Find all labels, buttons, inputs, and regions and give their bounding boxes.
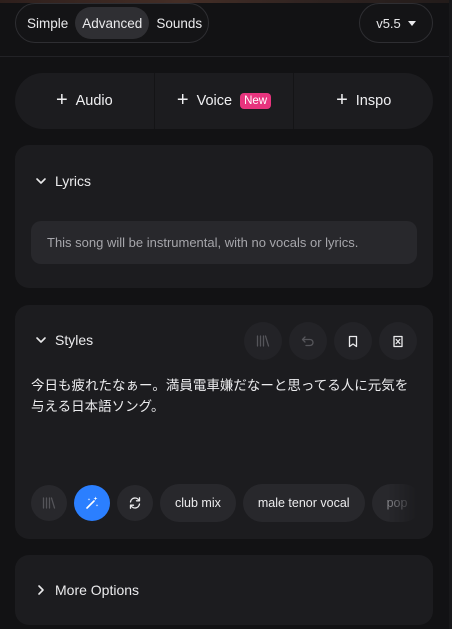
version-label: v5.5 xyxy=(376,15,401,31)
more-options-toggle[interactable]: More Options xyxy=(35,582,139,598)
version-select[interactable]: v5.5 xyxy=(359,3,433,43)
create-page: Simple Advanced Sounds v5.5 + Audio + Vo… xyxy=(0,0,452,629)
add-inspo-label: Inspo xyxy=(355,93,392,109)
clear-icon xyxy=(393,335,403,347)
lyrics-title: Lyrics xyxy=(55,173,92,189)
magic-wand-button[interactable] xyxy=(74,485,110,521)
plus-icon: + xyxy=(336,89,348,111)
clear-button[interactable] xyxy=(379,322,417,360)
shuffle-button[interactable] xyxy=(117,485,153,521)
styles-toggle[interactable]: Styles xyxy=(35,332,93,348)
tab-simple[interactable]: Simple xyxy=(20,7,75,39)
styles-panel: Styles 今日も疲れたなぁー。満員電車嫌だなーと思ってる人に元気を与える日本… xyxy=(15,305,433,539)
add-audio-label: Audio xyxy=(75,93,113,109)
style-suggestions: club mix male tenor vocal pop xyxy=(31,483,417,523)
new-badge: New xyxy=(240,93,272,109)
header-divider xyxy=(0,56,452,57)
chevron-down-icon xyxy=(36,178,46,184)
style-chip[interactable]: pop xyxy=(371,484,417,522)
library-icon xyxy=(42,497,56,509)
add-audio-button[interactable]: + Audio xyxy=(15,73,154,129)
mode-tabs: Simple Advanced Sounds xyxy=(15,3,209,43)
style-chip[interactable]: club mix xyxy=(160,484,236,522)
chevron-right-icon xyxy=(38,585,44,595)
library-icon xyxy=(256,335,270,347)
tab-sounds[interactable]: Sounds xyxy=(149,7,209,39)
lyrics-toggle[interactable]: Lyrics xyxy=(35,173,91,189)
undo-icon xyxy=(301,336,314,347)
add-inspo-button[interactable]: + Inspo xyxy=(293,73,433,129)
styles-toolbar xyxy=(244,322,417,360)
caret-down-icon xyxy=(407,20,416,26)
lyrics-placeholder: This song will be instrumental, with no … xyxy=(47,235,359,250)
more-options-title: More Options xyxy=(55,582,140,598)
lyrics-panel: Lyrics This song will be instrumental, w… xyxy=(15,145,433,288)
add-bar: + Audio + Voice New + Inspo xyxy=(15,73,433,129)
plus-icon: + xyxy=(176,89,189,111)
lyrics-input[interactable]: This song will be instrumental, with no … xyxy=(31,221,417,264)
chevron-down-icon xyxy=(36,337,46,343)
bookmark-icon xyxy=(348,335,358,347)
add-voice-button[interactable]: + Voice New xyxy=(153,73,294,129)
magic-wand-icon xyxy=(86,496,99,509)
style-chip[interactable]: male tenor vocal xyxy=(242,484,365,522)
styles-title: Styles xyxy=(55,332,94,348)
more-options-panel: More Options xyxy=(15,555,433,625)
shuffle-icon xyxy=(129,497,141,509)
styles-input[interactable]: 今日も疲れたなぁー。満員電車嫌だなーと思ってる人に元気を与える日本語ソング。 xyxy=(31,375,417,417)
tab-advanced[interactable]: Advanced xyxy=(75,7,150,39)
bookmark-button[interactable] xyxy=(334,322,372,360)
library-chip-button[interactable] xyxy=(31,485,67,521)
library-button[interactable] xyxy=(244,322,282,360)
undo-button[interactable] xyxy=(289,322,327,360)
plus-icon: + xyxy=(55,89,68,111)
add-voice-label: Voice xyxy=(196,93,233,109)
